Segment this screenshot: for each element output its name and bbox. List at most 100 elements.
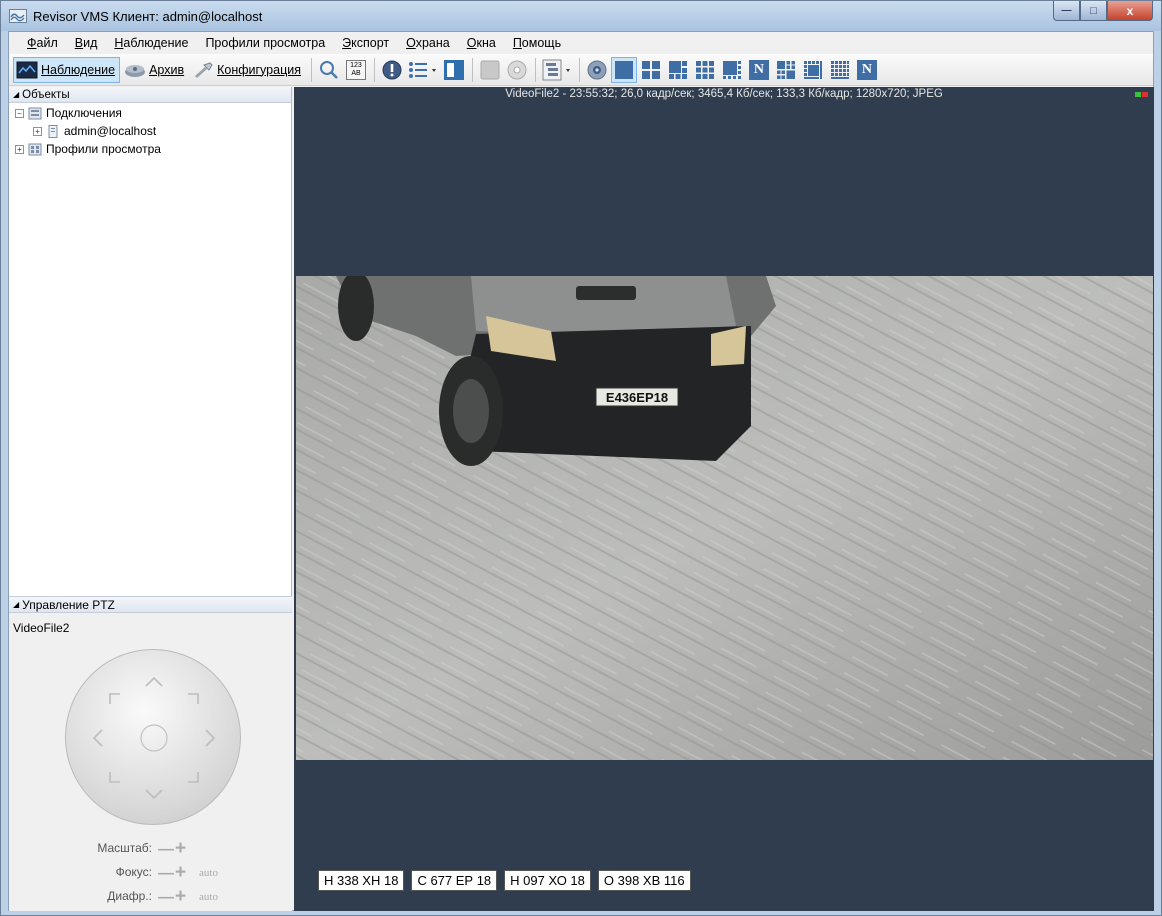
layout-1x1-button[interactable] [610,56,637,83]
minimize-icon: — [1061,5,1072,16]
tree-item-label: Подключения [46,106,122,120]
ptz-camera-name: VideoFile2 [13,621,70,635]
layout-4x4-button[interactable] [773,57,799,83]
recognized-plate[interactable]: Н 097 ХО 18 [504,870,591,891]
menu-item[interactable]: Окна [467,36,496,50]
menu-item[interactable]: Профили просмотра [205,36,325,50]
video-viewport[interactable]: VideoFile2 - 23:55:32; 26,0 кадр/сек; 34… [294,87,1154,911]
menu-item[interactable]: Экспорт [342,36,389,50]
minimize-button[interactable]: — [1053,1,1080,21]
monitor-icon [16,61,38,78]
menu-item[interactable]: Файл [27,36,58,50]
counter-icon: 123 AB [345,59,366,80]
ptz-row-focus: Фокус: — + auto [9,863,292,883]
toolbar-separator [534,57,536,82]
app-window: Revisor VMS Клиент: admin@localhost — □ … [0,0,1162,916]
menu-item[interactable]: Помощь [513,36,561,50]
video-info-header: VideoFile2 - 23:55:32; 26,0 кадр/сек; 34… [294,87,1154,103]
layout-3x3-button[interactable] [692,57,718,83]
maximize-icon: □ [1090,4,1097,17]
ptz-panel-header[interactable]: ◢ Управление PTZ [9,597,292,613]
zoom-in-button[interactable]: + [175,839,186,858]
recognized-plate[interactable]: С 677 ЕР 18 [411,870,498,891]
layout-2x2-button[interactable] [638,57,664,83]
disabled-window-button[interactable] [477,57,503,83]
expand-toggle-icon[interactable]: + [15,144,24,154]
mode-label-configuration: Конфигурация [217,62,301,77]
menu-item[interactable]: Охрана [406,36,450,50]
focus-minus-button[interactable]: — [158,866,174,882]
iris-minus-button[interactable]: — [158,890,174,906]
layout-n-button[interactable]: N [746,57,772,83]
list-view-button[interactable] [406,57,440,83]
status-alert-icon [1142,92,1148,97]
collapse-arrow-icon: ◢ [13,600,20,609]
disc-button[interactable] [504,57,530,83]
counter-icon-text: 123 AB [350,61,362,77]
menu-label-rest: кспорт [351,36,390,50]
search-icon [319,60,338,79]
main-toolbar: Наблюдение Архив Конфигурация 123 AB N N [9,54,1153,86]
server-icon [48,124,58,138]
iris-plus-button[interactable]: + [175,887,186,906]
ptz-joystick[interactable] [65,649,241,825]
ptz-row-iris: Диафр.: — + auto [9,887,292,907]
iris-auto-button[interactable]: auto [199,891,218,903]
ptz-iris-label: Диафр.: [107,889,152,903]
video-frame[interactable]: Е436ЕР18 [296,276,1153,760]
menu-accelerator: Ф [27,36,37,50]
expand-toggle-icon[interactable]: + [33,126,42,136]
single-view-button[interactable] [441,57,467,83]
zoom-out-button[interactable]: — [158,842,174,858]
menu-bar: Файл Вид Наблюдение Профили просмотра Экспор… [9,32,1153,54]
layout-6x6-button[interactable] [827,57,853,83]
layout-n-custom-button[interactable]: N [854,57,880,83]
close-icon: x [1126,3,1134,18]
tree-item-admin-localhost[interactable]: + admin@localhost [33,123,156,139]
close-button[interactable]: x [1107,1,1153,21]
mode-button-configuration[interactable]: Конфигурация [190,57,305,83]
plate-recognition-button[interactable]: 123 AB [343,57,369,83]
layout-6x6-icon [830,60,849,79]
objects-panel-title: Объекты [22,88,70,101]
tree-item-view-profiles[interactable]: + Профили просмотра [15,141,161,157]
collapse-toggle-icon[interactable]: − [15,108,24,118]
profiles-icon [28,143,42,155]
layout-5x5-button[interactable] [800,57,826,83]
mode-label-surveillance: Наблюдение [41,62,116,77]
menu-accelerator: П [512,36,522,50]
menu-accelerator: Э [342,36,352,50]
toolbar-separator [310,57,312,82]
recognized-plate[interactable]: О 398 ХВ 116 [597,870,691,891]
window-icon [480,60,500,79]
maximize-button[interactable]: □ [1080,1,1107,21]
focus-auto-button[interactable]: auto [199,867,218,879]
tree-item-connections[interactable]: − Подключения [15,105,122,121]
layout-1plus5-button[interactable] [665,57,691,83]
status-ok-icon [1135,92,1141,97]
recognized-plates-list: Н 338 ХН 18 С 677 ЕР 18 Н 097 ХО 18 О 398 Х… [318,870,698,891]
recognized-plate[interactable]: Н 338 ХН 18 [318,870,405,891]
mode-button-archive[interactable]: Архив [122,57,188,83]
window-title: Revisor VMS Клиент: admin@localhost [33,8,263,24]
ptz-panel: ◢ Управление PTZ VideoFile2 Масштаб: — +… [9,596,292,911]
menu-accelerator: О [406,36,416,50]
title-bar[interactable]: Revisor VMS Клиент: admin@localhost — □ … [1,1,1161,31]
mode-button-surveillance[interactable]: Наблюдение [13,56,121,83]
tree-layout-button[interactable] [540,57,574,83]
alarm-button[interactable] [379,57,405,83]
objects-panel-header[interactable]: ◢ Объекты [9,87,291,103]
list-icon [408,61,436,78]
left-panel: ◢ Объекты − Подключения + admin@localhos… [9,87,292,911]
focus-plus-button[interactable]: + [175,863,186,882]
search-button[interactable] [316,57,342,83]
layout-2x2-icon [641,60,660,79]
menu-item[interactable]: Наблюдение [114,36,188,50]
layout-1plus7-button[interactable] [719,57,745,83]
single-layout-icon [443,59,464,80]
ptz-panel-title: Управление PTZ [22,597,115,612]
camera-settings-button[interactable] [584,57,610,83]
menu-item[interactable]: Вид [75,36,98,50]
tree-item-label: admin@localhost [64,124,157,138]
collapse-arrow-icon: ◢ [13,90,20,99]
